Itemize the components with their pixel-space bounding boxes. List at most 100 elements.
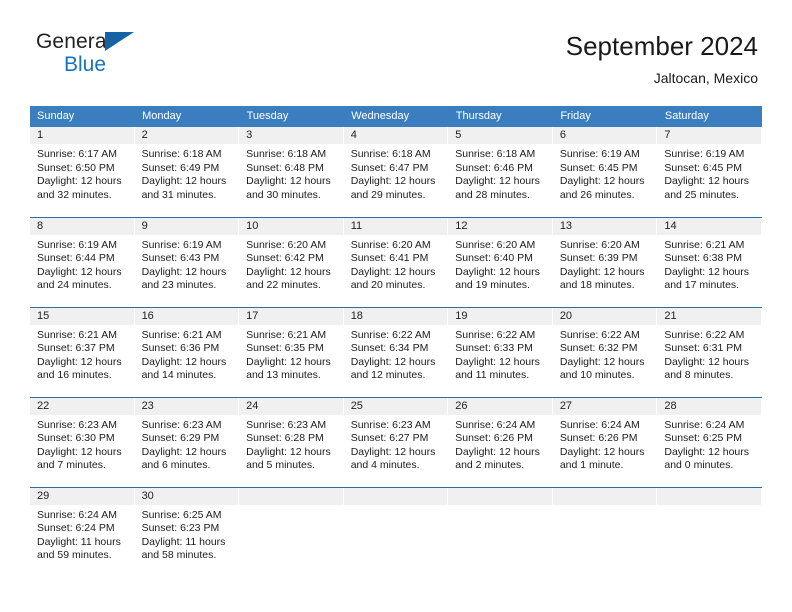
calendar-day-cell[interactable]: 26 Sunrise: 6:24 AM Sunset: 6:26 PM Dayligh… [448,396,553,487]
weekday-header-wednesday: Wednesday [343,106,449,127]
daylight-text-line2: and 17 minutes. [664,279,740,292]
calendar-day-cell[interactable]: 12 Sunrise: 6:20 AM Sunset: 6:40 PM Dayligh… [448,216,553,307]
calendar-day-cell[interactable]: 16 Sunrise: 6:21 AM Sunset: 6:36 PM Dayligh… [134,306,240,397]
daylight-text-line1: Daylight: 11 hours [37,535,121,548]
calendar-day-cell[interactable]: 1 Sunrise: 6:17 AM Sunset: 6:50 PM Daylight… [30,127,135,217]
day-number: 26 [448,397,553,415]
daylight-text-line1: Daylight: 12 hours [141,355,227,368]
calendar-day-cell[interactable]: 4 Sunrise: 6:18 AM Sunset: 6:47 PM Daylight… [343,127,449,217]
day-details: Sunrise: 6:20 AM Sunset: 6:42 PM Daylight:… [239,235,344,293]
calendar-week-row: 8 Sunrise: 6:19 AM Sunset: 6:44 PM Daylight… [30,216,762,307]
daylight-text-line2: and 4 minutes. [350,459,420,472]
day-number: 2 [134,127,240,144]
calendar-day-cell-empty [657,486,762,577]
daylight-text-line1: Daylight: 12 hours [37,355,122,368]
calendar-day-cell[interactable]: 11 Sunrise: 6:20 AM Sunset: 6:41 PM Dayligh… [343,216,449,307]
calendar-day-cell[interactable]: 22 Sunrise: 6:23 AM Sunset: 6:30 PM Dayligh… [30,396,135,487]
calendar-day-cell[interactable]: 6 Sunrise: 6:19 AM Sunset: 6:45 PM Daylight… [552,127,658,217]
sunset-text: Sunset: 6:40 PM [455,252,533,265]
daylight-text-line2: and 24 minutes. [37,279,112,292]
day-details: Sunrise: 6:18 AM Sunset: 6:47 PM Daylight:… [344,144,449,202]
sunset-text: Sunset: 6:26 PM [559,432,638,445]
sunrise-text: Sunrise: 6:18 AM [350,148,431,160]
day-details: Sunrise: 6:21 AM Sunset: 6:38 PM Daylight:… [657,235,762,293]
daylight-text-line1: Daylight: 12 hours [350,175,436,188]
daylight-text-line1: Daylight: 12 hours [37,175,122,188]
daylight-text-line1: Daylight: 12 hours [350,355,436,368]
daylight-text-line1: Daylight: 12 hours [37,265,122,278]
daylight-text-line2: and 59 minutes. [37,549,112,562]
calendar-day-cell[interactable]: 15 Sunrise: 6:21 AM Sunset: 6:37 PM Dayligh… [30,306,135,397]
sunrise-text: Sunrise: 6:19 AM [141,238,222,251]
calendar-day-cell[interactable]: 25 Sunrise: 6:23 AM Sunset: 6:27 PM Dayligh… [343,396,449,487]
calendar-day-cell[interactable]: 18 Sunrise: 6:22 AM Sunset: 6:34 PM Dayligh… [343,306,449,397]
sunrise-text: Sunrise: 6:25 AM [141,508,222,521]
sunrise-text: Sunrise: 6:20 AM [246,238,327,251]
calendar-day-cell[interactable]: 10 Sunrise: 6:20 AM Sunset: 6:42 PM Dayligh… [239,216,344,307]
sunrise-text: Sunrise: 6:18 AM [455,148,536,160]
day-number: 13 [552,217,658,235]
day-number: 9 [134,217,240,235]
day-number: 25 [343,397,449,415]
sunrise-text: Sunrise: 6:19 AM [559,148,640,160]
calendar-page: General Blue September 2024 Jaltocan, Me… [0,0,792,612]
calendar-day-cell[interactable]: 2 Sunrise: 6:18 AM Sunset: 6:49 PM Daylight… [134,127,240,217]
calendar-day-cell[interactable]: 3 Sunrise: 6:18 AM Sunset: 6:48 PM Daylight… [239,127,344,217]
calendar-day-cell[interactable]: 29 Sunrise: 6:24 AM Sunset: 6:24 PM Dayligh… [30,486,135,577]
sunset-text: Sunset: 6:29 PM [141,432,220,445]
day-number: 3 [239,127,344,144]
calendar-day-cell[interactable]: 23 Sunrise: 6:23 AM Sunset: 6:29 PM Dayligh… [134,396,240,487]
daylight-text-line1: Daylight: 12 hours [246,355,331,368]
daylight-text-line1: Daylight: 12 hours [246,445,331,458]
calendar-day-cell[interactable]: 8 Sunrise: 6:19 AM Sunset: 6:44 PM Daylight… [30,216,135,307]
calendar-day-cell[interactable]: 27 Sunrise: 6:24 AM Sunset: 6:26 PM Dayligh… [552,396,658,487]
day-number: 18 [343,307,449,325]
sunrise-text: Sunrise: 6:24 AM [559,418,640,431]
day-details: Sunrise: 6:22 AM Sunset: 6:33 PM Daylight:… [448,325,553,383]
daylight-text-line1: Daylight: 12 hours [559,265,645,278]
day-details: Sunrise: 6:20 AM Sunset: 6:39 PM Daylight:… [553,235,658,293]
day-details: Sunrise: 6:21 AM Sunset: 6:37 PM Daylight:… [30,325,135,383]
daylight-text-line1: Daylight: 12 hours [664,265,750,278]
weekday-header-tuesday: Tuesday [239,106,345,127]
daylight-text-line2: and 2 minutes. [455,459,525,472]
sunset-text: Sunset: 6:23 PM [141,522,220,535]
calendar-day-cell[interactable]: 20 Sunrise: 6:22 AM Sunset: 6:32 PM Dayligh… [552,306,658,397]
day-number: 6 [552,127,658,144]
daylight-text-line2: and 58 minutes. [141,549,217,562]
daylight-text-line2: and 5 minutes. [246,459,316,472]
day-number: 22 [30,397,135,415]
calendar-day-cell[interactable]: 5 Sunrise: 6:18 AM Sunset: 6:46 PM Daylight… [448,127,553,217]
calendar-day-cell[interactable]: 21 Sunrise: 6:22 AM Sunset: 6:31 PM Dayligh… [657,306,762,397]
calendar-day-cell[interactable]: 24 Sunrise: 6:23 AM Sunset: 6:28 PM Dayligh… [239,396,344,487]
day-details: Sunrise: 6:24 AM Sunset: 6:25 PM Daylight:… [657,415,762,473]
calendar-day-cell[interactable]: 14 Sunrise: 6:21 AM Sunset: 6:38 PM Dayligh… [657,216,762,307]
calendar-header-row: Sunday Monday Tuesday Wednesday Thursday… [30,106,763,127]
day-number: 7 [657,127,762,144]
brand-logo[interactable]: General Blue [36,30,236,78]
sunrise-text: Sunrise: 6:20 AM [559,238,640,251]
daylight-text-line2: and 32 minutes. [37,188,112,201]
calendar-day-cell[interactable]: 13 Sunrise: 6:20 AM Sunset: 6:39 PM Dayligh… [552,216,658,307]
day-number: 29 [30,487,135,505]
calendar-day-cell[interactable]: 19 Sunrise: 6:22 AM Sunset: 6:33 PM Dayligh… [448,306,553,397]
sunset-text: Sunset: 6:49 PM [141,161,220,174]
daylight-text-line2: and 28 minutes. [455,188,530,201]
day-details: Sunrise: 6:23 AM Sunset: 6:29 PM Daylight:… [135,415,240,473]
calendar-day-cell[interactable]: 28 Sunrise: 6:24 AM Sunset: 6:25 PM Dayligh… [657,396,762,487]
sunset-text: Sunset: 6:30 PM [37,432,115,445]
calendar-day-cell[interactable]: 17 Sunrise: 6:21 AM Sunset: 6:35 PM Dayligh… [239,306,344,397]
calendar-day-cell[interactable]: 7 Sunrise: 6:19 AM Sunset: 6:45 PM Daylight… [657,127,762,217]
day-details: Sunrise: 6:24 AM Sunset: 6:26 PM Daylight:… [448,415,553,473]
daylight-text-line1: Daylight: 12 hours [455,355,540,368]
calendar-day-cell[interactable]: 9 Sunrise: 6:19 AM Sunset: 6:43 PM Daylight… [134,216,240,307]
sunrise-text: Sunrise: 6:18 AM [141,148,222,160]
sunrise-text: Sunrise: 6:19 AM [664,148,745,160]
sunset-text: Sunset: 6:46 PM [455,161,533,174]
sunset-text: Sunset: 6:45 PM [664,161,743,174]
sunset-text: Sunset: 6:26 PM [455,432,533,445]
day-details: Sunrise: 6:21 AM Sunset: 6:36 PM Daylight:… [135,325,240,383]
daylight-text-line1: Daylight: 12 hours [559,175,645,188]
brand-name-general: General [36,30,236,53]
calendar-day-cell[interactable]: 30 Sunrise: 6:25 AM Sunset: 6:23 PM Dayligh… [134,486,240,577]
